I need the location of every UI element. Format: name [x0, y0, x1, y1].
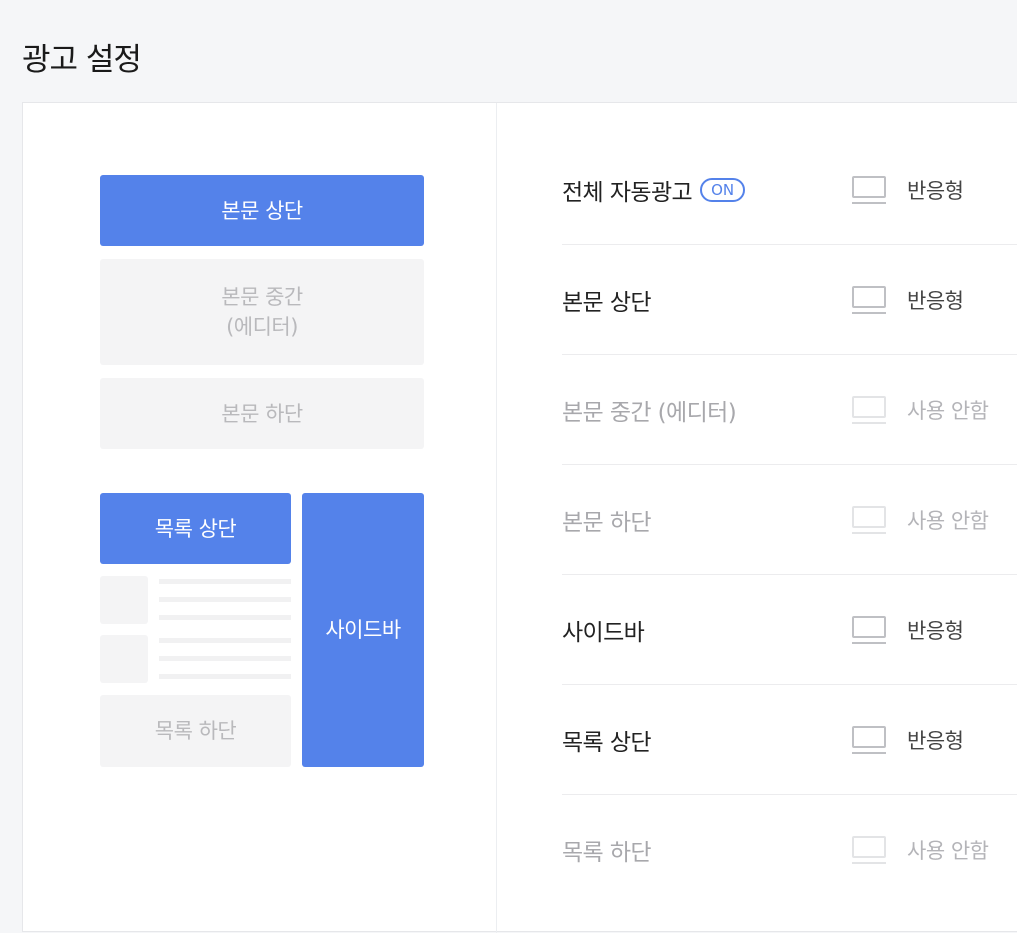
monitor-icon: [852, 176, 888, 208]
list-item-line: [159, 674, 291, 679]
monitor-icon: [852, 836, 888, 868]
setting-label: 본문 하단: [562, 510, 652, 536]
setting-row-sidebar[interactable]: 사이드바 반응형: [562, 575, 1017, 685]
list-item-line: [159, 579, 291, 584]
preview-sidebar[interactable]: 사이드바: [302, 493, 424, 767]
list-item-thumbnail: [100, 576, 148, 624]
page-title: 광고 설정: [22, 42, 142, 78]
setting-status[interactable]: 반응형: [907, 135, 964, 245]
list-item-line: [159, 597, 291, 602]
monitor-icon: [852, 396, 888, 428]
setting-row-body-top[interactable]: 본문 상단 반응형: [562, 245, 1017, 355]
preview-body-bottom[interactable]: 본문 하단: [100, 378, 424, 449]
setting-row-body-middle[interactable]: 본문 중간 (에디터) 사용 안함: [562, 355, 1017, 465]
setting-label: 목록 상단: [562, 730, 652, 756]
setting-label-text: 전체 자동광고: [562, 180, 693, 206]
preview-body-middle-label: 본문 중간: [221, 285, 303, 309]
setting-status[interactable]: 반응형: [907, 245, 964, 355]
preview-body-top[interactable]: 본문 상단: [100, 175, 424, 246]
list-item-line: [159, 615, 291, 620]
setting-status[interactable]: 사용 안함: [907, 465, 989, 575]
setting-label: 본문 상단: [562, 290, 652, 316]
list-item-line: [159, 656, 291, 661]
setting-status[interactable]: 사용 안함: [907, 795, 989, 905]
setting-status[interactable]: 반응형: [907, 575, 964, 685]
monitor-icon: [852, 726, 888, 758]
setting-row-list-top[interactable]: 목록 상단 반응형: [562, 685, 1017, 795]
panel-divider: [496, 103, 497, 933]
setting-label: 사이드바: [562, 620, 645, 646]
setting-label: 전체 자동광고 ON: [562, 135, 746, 245]
setting-row-body-bottom[interactable]: 본문 하단 사용 안함: [562, 465, 1017, 575]
setting-row-auto-ads[interactable]: 전체 자동광고 ON 반응형: [562, 135, 1017, 245]
monitor-icon: [852, 506, 888, 538]
setting-label: 목록 하단: [562, 840, 652, 866]
monitor-icon: [852, 616, 888, 648]
preview-body-middle-sublabel: (에디터): [226, 315, 298, 339]
list-item-thumbnail: [100, 635, 148, 683]
preview-list-top[interactable]: 목록 상단: [100, 493, 291, 564]
setting-label: 본문 중간 (에디터): [562, 400, 737, 426]
preview-body-middle[interactable]: 본문 중간 (에디터): [100, 259, 424, 365]
setting-status[interactable]: 반응형: [907, 685, 964, 795]
setting-row-list-bottom[interactable]: 목록 하단 사용 안함: [562, 795, 1017, 905]
list-item-line: [159, 638, 291, 643]
monitor-icon: [852, 286, 888, 318]
preview-list-bottom[interactable]: 목록 하단: [100, 695, 291, 767]
setting-status[interactable]: 사용 안함: [907, 355, 989, 465]
on-badge: ON: [700, 178, 746, 202]
